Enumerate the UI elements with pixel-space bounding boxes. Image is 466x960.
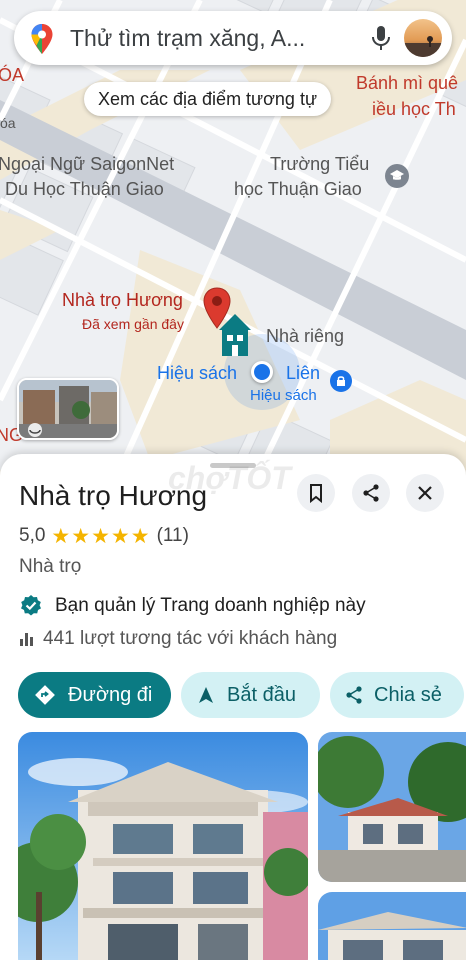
rating-stars: ★★★★★ bbox=[51, 524, 151, 548]
save-button[interactable] bbox=[297, 474, 335, 512]
close-button[interactable] bbox=[406, 474, 444, 512]
map-view[interactable]: ÓA óa Bánh mì quê iều học Th Trường Tiểu… bbox=[0, 0, 466, 470]
managed-business-row[interactable]: Bạn quản lý Trang doanh nghiệp này bbox=[19, 594, 366, 618]
start-button[interactable]: Bắt đầu bbox=[181, 672, 320, 718]
map-label-bakery-line2: iều học Th bbox=[372, 99, 456, 119]
search-input[interactable]: Thử tìm trạm xăng, A... bbox=[70, 25, 355, 52]
directions-button[interactable]: Đường đi bbox=[18, 672, 171, 718]
close-icon bbox=[418, 486, 432, 500]
map-label-place-sub: Đã xem gần đây bbox=[82, 316, 184, 332]
share-icon bbox=[363, 484, 379, 502]
directions-label: Đường đi bbox=[68, 683, 153, 706]
map-label-edge: ÓA bbox=[0, 65, 25, 85]
map-label-bookstore-tail: Liên bbox=[286, 363, 321, 383]
place-details-sheet[interactable]: chợTỐT Nhà trọ Hương 5,0 ★★★★★ (11) Nhà … bbox=[0, 454, 466, 960]
bookmark-icon bbox=[310, 484, 322, 503]
directions-icon bbox=[35, 685, 55, 705]
navigation-arrow-icon bbox=[199, 687, 213, 703]
share-icon bbox=[346, 686, 362, 704]
rating-row[interactable]: 5,0 ★★★★★ (11) bbox=[19, 524, 189, 548]
bar-chart-icon bbox=[20, 633, 33, 646]
share-label: Chia sẻ bbox=[374, 683, 442, 706]
map-label-bookstore-sub: Hiệu sách bbox=[250, 387, 317, 404]
map-label-language-center-line2: - Du Học Thuận Giao bbox=[0, 179, 164, 199]
similar-places-chip[interactable]: Xem các địa điểm tương tự bbox=[84, 82, 331, 116]
map-label-place[interactable]: Nhà trọ Hương bbox=[62, 289, 183, 311]
share-action-button[interactable]: Chia sẻ bbox=[330, 672, 464, 718]
search-bar[interactable]: Thử tìm trạm xăng, A... bbox=[14, 11, 452, 65]
map-label-language-center[interactable]: Ngoại Ngữ SaigonNet bbox=[0, 153, 174, 175]
avatar[interactable] bbox=[404, 19, 442, 57]
mic-icon[interactable] bbox=[370, 24, 392, 52]
map-label-private-home[interactable]: Nhà riêng bbox=[266, 325, 344, 347]
place-photo-3[interactable] bbox=[318, 892, 466, 960]
review-count[interactable]: (11) bbox=[157, 525, 189, 547]
verified-icon bbox=[21, 595, 41, 616]
place-title: Nhà trọ Hương bbox=[19, 480, 208, 511]
share-button[interactable] bbox=[352, 474, 390, 512]
place-photo-main[interactable] bbox=[18, 732, 308, 960]
maps-pin-icon bbox=[31, 24, 53, 54]
street-view-thumbnail[interactable] bbox=[17, 378, 119, 440]
map-label-bakery[interactable]: Bánh mì quê bbox=[356, 72, 458, 94]
start-label: Bắt đầu bbox=[227, 683, 296, 706]
interactions-row: 441 lượt tương tác với khách hàng bbox=[19, 628, 337, 650]
map-label-bookstore[interactable]: Hiệu sách bbox=[157, 362, 237, 384]
interactions-text: 441 lượt tương tác với khách hàng bbox=[43, 628, 338, 649]
rating-value: 5,0 bbox=[19, 525, 46, 546]
place-photo-2[interactable] bbox=[318, 732, 466, 882]
map-label-school[interactable]: Trường Tiểu bbox=[270, 153, 369, 175]
place-category: Nhà trọ bbox=[19, 556, 82, 577]
managed-text: Bạn quản lý Trang doanh nghiệp này bbox=[55, 595, 366, 616]
my-location-dot bbox=[251, 361, 273, 383]
school-icon[interactable] bbox=[385, 164, 409, 188]
house-icon[interactable] bbox=[215, 310, 255, 358]
lock-icon[interactable] bbox=[330, 370, 352, 392]
map-label-edge: óa bbox=[0, 115, 16, 131]
map-label-school-line2: học Thuận Giao bbox=[234, 179, 362, 199]
